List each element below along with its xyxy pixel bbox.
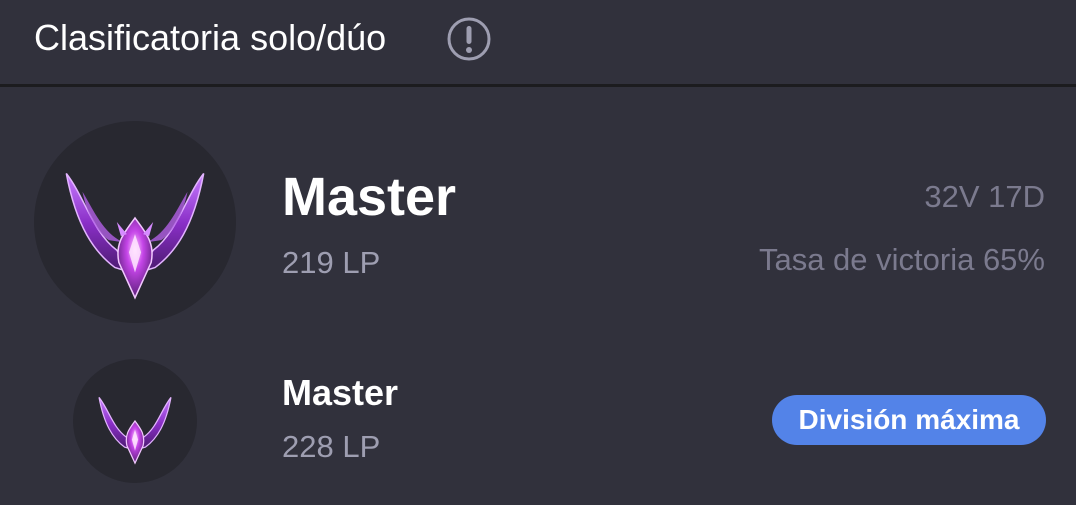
master-tier-emblem-icon (65, 173, 205, 300)
highest-division-badge: División máxima (772, 395, 1046, 445)
peak-tier-name: Master (282, 372, 399, 413)
current-league-points: 219 LP (282, 245, 381, 280)
panel-title: Clasificatoria solo/dúo (34, 17, 387, 58)
win-loss-record: 32V 17D (924, 179, 1045, 214)
master-tier-emblem-icon (98, 397, 172, 465)
peak-rank-emblem (73, 359, 197, 483)
current-tier-name: Master (282, 167, 457, 227)
exclamation-circle-icon[interactable] (446, 16, 492, 62)
panel-header: Clasificatoria solo/dúo (0, 0, 1076, 87)
current-rank-emblem (34, 121, 236, 323)
ranked-solo-duo-panel: Clasificatoria solo/dúo Master 219 LP 32… (0, 0, 1076, 505)
win-rate: Tasa de victoria 65% (758, 242, 1045, 277)
current-rank-section: Master 219 LP 32V 17D Tasa de victoria 6… (0, 87, 1076, 483)
peak-league-points: 228 LP (282, 429, 381, 464)
